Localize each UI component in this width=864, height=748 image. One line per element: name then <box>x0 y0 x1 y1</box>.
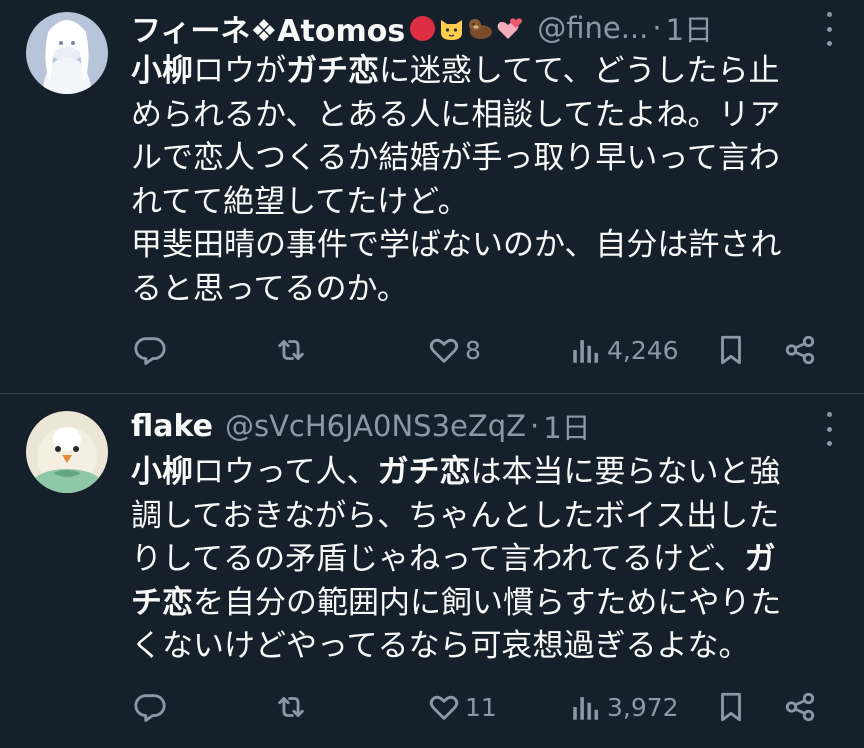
tweet-text: 小柳ロウって人、ガチ恋は本当に要らないと強 調しておきながら、ちゃんとしたボイス出… <box>131 451 831 669</box>
tweet-text-segment: くないけどやってるなら可哀想過ぎるよな。 <box>131 628 750 664</box>
tweet-text: 小柳ロウがガチ恋に迷惑してて、どうしたら止 められるか、とある人に相談してたよね。… <box>131 50 831 311</box>
timestamp[interactable]: 1日 <box>543 405 590 447</box>
two-hearts-emoji <box>496 15 523 42</box>
bookmark-button[interactable] <box>714 690 748 724</box>
tweet-text-bold: 小柳 <box>131 454 193 490</box>
avatar[interactable] <box>26 12 108 94</box>
tweet-text-line: 調しておきながら、ちゃんとしたボイス出した <box>131 495 831 539</box>
user-handle[interactable]: @sVcH6JA0NS3eZqZ <box>225 409 526 443</box>
more-options-icon[interactable] <box>824 12 834 46</box>
like-button[interactable]: 8 <box>427 333 481 367</box>
separator-dot: · <box>652 11 662 45</box>
reply-button[interactable] <box>133 333 167 367</box>
tweet-text-bold: ガチ恋 <box>377 454 471 490</box>
display-name[interactable]: フィーネ❖Atomos <box>131 6 405 50</box>
tweet-text-segment: ロウって人、 <box>193 454 378 490</box>
tweet-text-line: りしてるの矛盾じゃねって言われてるけど、ガ <box>131 538 831 582</box>
tweet-text-segment: ロウが <box>193 53 286 89</box>
bar-chart-icon <box>573 697 599 720</box>
tweet-text-line: くないけどやってるなら可哀想過ぎるよな。 <box>131 625 831 669</box>
user-handle[interactable]: @fine... <box>537 11 648 45</box>
view-count: 3,972 <box>607 692 679 722</box>
tweet-text-line: ルで恋人つくるか結婚が手っ取り早いって言わ <box>131 137 831 181</box>
tweet-text-bold: ガ <box>744 541 776 577</box>
share-icon <box>785 692 815 722</box>
tweet-text-segment: りしてるの矛盾じゃねって言われてるけど、 <box>131 541 745 577</box>
tweet-header: フィーネ❖Atomos @fine... · 1日 <box>131 6 824 50</box>
tweet-text-line: ると思ってるのか。 <box>131 268 831 312</box>
tweet[interactable]: フィーネ❖Atomos @fine... · 1日 小柳ロウがガチ恋に迷惑してて… <box>0 0 864 393</box>
tweet-text-line: 甲斐田晴の事件で学ばないのか、自分は許され <box>131 224 831 268</box>
tweet[interactable]: flake @sVcH6JA0NS3eZqZ · 1日 小柳ロウって人、ガチ恋は… <box>0 394 864 748</box>
tweet-header: flake @sVcH6JA0NS3eZqZ · 1日 <box>131 404 824 448</box>
like-count: 8 <box>465 335 481 365</box>
tweet-text-bold: ガチ恋 <box>286 53 379 89</box>
tweet-text-segment: 甲斐田晴の事件で学ばないのか、自分は許され <box>131 227 782 263</box>
retweet-button[interactable] <box>274 690 308 724</box>
more-options-icon[interactable] <box>824 412 834 446</box>
tweet-text-segment: は本当に要らないと強 <box>470 454 781 490</box>
heart-icon <box>429 695 459 720</box>
tweet-text-line: 小柳ロウがガチ恋に迷惑してて、どうしたら止 <box>131 50 831 94</box>
separator-dot: · <box>530 409 540 443</box>
tweet-text-segment: ルで恋人つくるか結婚が手っ取り早いって言わ <box>131 140 780 176</box>
bookmark-icon <box>721 335 741 365</box>
cat-face-emoji <box>438 15 465 42</box>
share-button[interactable] <box>783 333 817 367</box>
views-button[interactable]: 3,972 <box>569 690 679 724</box>
bar-chart-icon <box>573 340 599 363</box>
tweet-text-bold: チ恋 <box>131 584 193 621</box>
tweet-text-line: められるか、とある人に相談してたよね。リア <box>131 94 831 138</box>
otter-emoji <box>467 15 494 42</box>
tweet-text-segment: められるか、とある人に相談してたよね。リア <box>131 96 781 133</box>
reply-icon <box>134 337 166 365</box>
tweet-text-segment: れてて絶望してたけど。 <box>131 183 469 220</box>
retweet-icon <box>278 697 304 717</box>
tweet-text-segment: 調しておきながら、ちゃんとしたボイス出した <box>131 497 780 534</box>
name-emojis <box>409 15 525 42</box>
tweet-text-segment: ると思ってるのか。 <box>131 270 408 307</box>
tweet-text-line: チ恋を自分の範囲内に飼い慣らすためにやりた <box>131 582 831 626</box>
tweet-actions: 8 4,246 <box>131 333 834 373</box>
like-count: 11 <box>465 692 497 722</box>
like-button[interactable]: 11 <box>427 690 497 724</box>
tweet-text-segment: に迷惑してて、どうしたら止 <box>379 53 780 89</box>
timestamp[interactable]: 1日 <box>666 7 713 49</box>
reply-button[interactable] <box>133 690 167 724</box>
tweet-text-segment: を自分の範囲内に飼い慣らすためにやりた <box>193 584 782 621</box>
tweet-text-bold: 小柳 <box>131 53 193 89</box>
heart-icon <box>429 338 459 363</box>
avatar[interactable] <box>26 411 108 493</box>
views-button[interactable]: 4,246 <box>569 333 679 367</box>
tweet-actions: 11 3,972 <box>131 690 834 730</box>
bookmark-icon <box>721 692 741 722</box>
share-button[interactable] <box>783 690 817 724</box>
view-count: 4,246 <box>607 335 679 365</box>
share-icon <box>785 335 815 365</box>
retweet-icon <box>278 340 304 360</box>
tweet-text-line: 小柳ロウって人、ガチ恋は本当に要らないと強 <box>131 451 831 495</box>
reply-icon <box>134 694 166 722</box>
bookmark-button[interactable] <box>714 333 748 367</box>
display-name[interactable]: flake <box>131 409 213 444</box>
tweet-text-line: れてて絶望してたけど。 <box>131 181 831 225</box>
red-circle-emoji <box>409 15 436 42</box>
retweet-button[interactable] <box>274 333 308 367</box>
